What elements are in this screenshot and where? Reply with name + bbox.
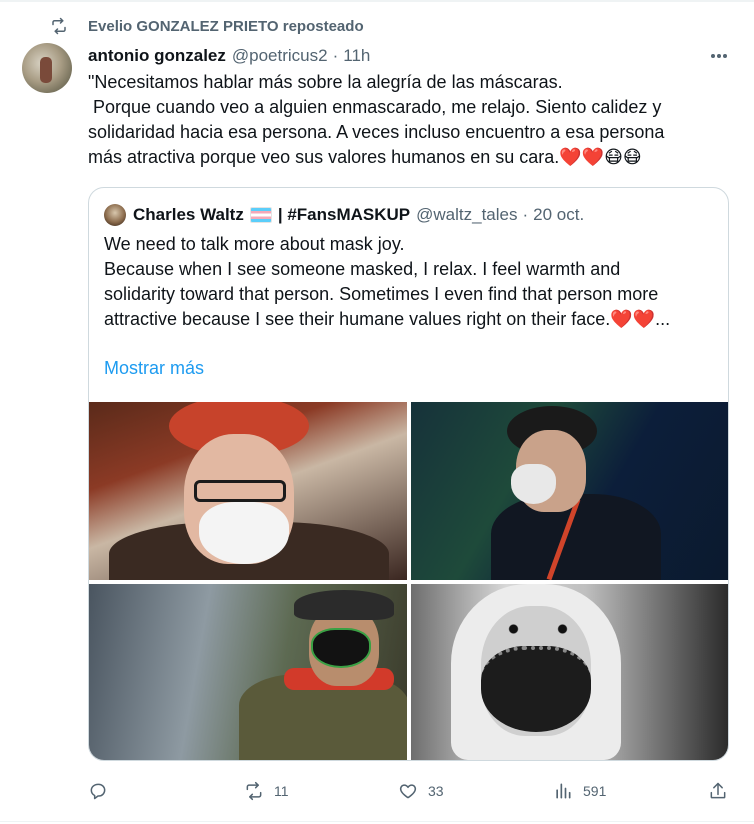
more-button[interactable] [708, 46, 730, 66]
divider [0, 821, 754, 822]
separator-dot: · [522, 205, 529, 224]
quoted-text-line: Because when I see someone masked, I rel… [104, 259, 621, 279]
views-button[interactable]: 591 [553, 778, 606, 804]
share-icon [710, 782, 726, 799]
photo-1[interactable] [89, 402, 407, 580]
reply-button[interactable] [88, 778, 118, 804]
photo-4[interactable] [411, 584, 728, 760]
views-icon [556, 783, 571, 799]
divider [0, 0, 754, 2]
author-name[interactable]: antonio gonzalez [88, 46, 226, 66]
quoted-text-line: solidarity toward that person. Sometimes… [104, 284, 659, 304]
repost-indicator: Evelio GONZALEZ PRIETO reposteado [50, 14, 364, 38]
quoted-date[interactable]: 20 oct. [533, 205, 584, 225]
views-count: 591 [583, 783, 607, 799]
like-button[interactable]: 33 [398, 778, 444, 804]
tweet-card[interactable]: Evelio GONZALEZ PRIETO reposteado antoni… [0, 0, 754, 824]
photo-2[interactable] [411, 402, 728, 580]
quoted-text-line: attractive because I see their humane va… [104, 309, 671, 329]
author-handle[interactable]: @poetricus2 [232, 46, 328, 66]
quoted-tweet-header: Charles Waltz | #FansMASKUP @waltz_tales… [104, 203, 584, 227]
tweet-text-line: más atractiva porque veo sus valores hum… [88, 147, 642, 167]
like-icon [399, 784, 417, 799]
quoted-author-name[interactable]: Charles Waltz [133, 205, 244, 225]
separator-dot: · [332, 46, 339, 65]
like-count: 33 [428, 783, 444, 799]
quoted-author-handle[interactable]: @waltz_tales [416, 205, 517, 225]
share-button[interactable] [708, 778, 728, 804]
tweet-header: antonio gonzalez @poetricus2 · 11h [88, 44, 714, 68]
tweet-text-line: solidaridad hacia esa persona. A veces i… [88, 122, 665, 142]
quoted-tweet[interactable]: Charles Waltz | #FansMASKUP @waltz_tales… [88, 187, 729, 761]
repost-count: 11 [274, 783, 289, 799]
quoted-text-line: We need to talk more about mask joy. [104, 234, 405, 254]
repost-button[interactable]: 11 [244, 778, 289, 804]
repost-icon [246, 781, 262, 801]
transgender-flag-icon [249, 207, 272, 223]
tweet-text-line: Porque cuando veo a alguien enmascarado,… [88, 97, 662, 117]
more-icon [711, 54, 727, 58]
quoted-avatar[interactable] [104, 204, 126, 226]
tweet-text: "Necesitamos hablar más sobre la alegría… [88, 70, 728, 170]
tweet-text-line: "Necesitamos hablar más sobre la alegría… [88, 72, 563, 92]
reply-icon [90, 783, 106, 800]
media-grid [89, 402, 728, 760]
show-more-link[interactable]: Mostrar más [104, 358, 204, 379]
quoted-tweet-text: We need to talk more about mask joy. Bec… [104, 232, 716, 332]
quoted-name-suffix[interactable]: | #FansMASKUP [278, 205, 410, 225]
action-bar: 11 33 591 [88, 778, 730, 804]
avatar[interactable] [22, 43, 72, 93]
repost-icon [52, 17, 66, 35]
repost-label[interactable]: Evelio GONZALEZ PRIETO reposteado [88, 18, 364, 35]
photo-3[interactable] [89, 584, 407, 760]
timestamp[interactable]: 11h [343, 46, 370, 66]
